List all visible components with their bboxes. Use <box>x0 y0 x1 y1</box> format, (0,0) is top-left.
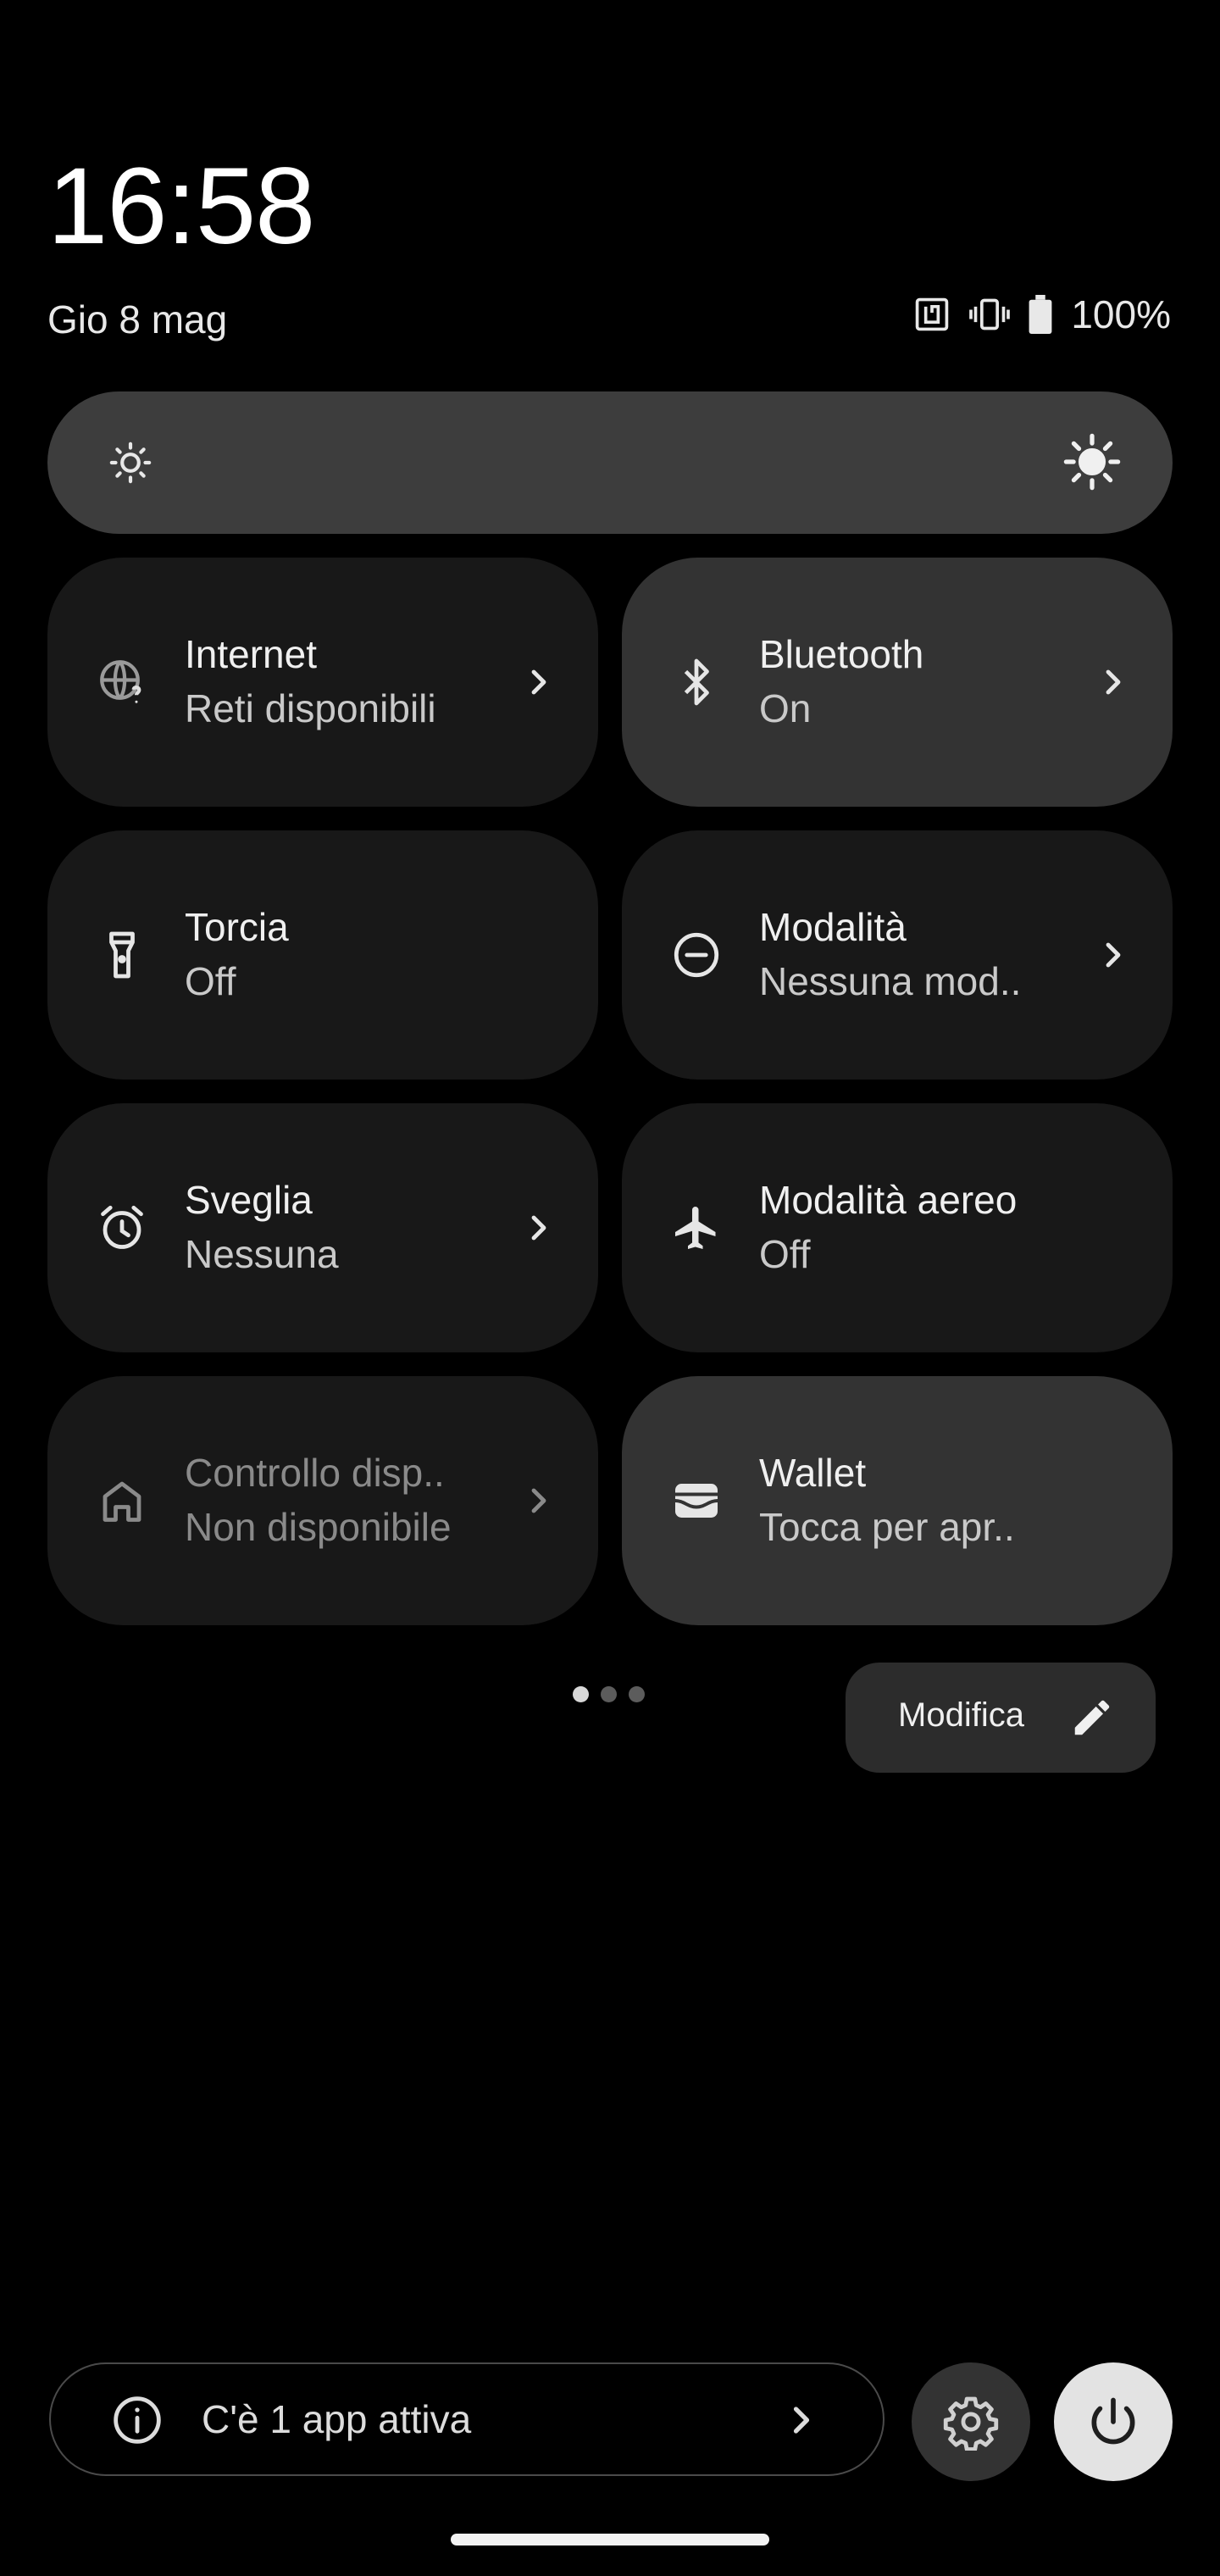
home-icon <box>97 1475 147 1526</box>
chevron-right-icon[interactable] <box>518 1480 559 1521</box>
chevron-right-icon[interactable] <box>518 1208 559 1248</box>
brightness-low-icon <box>107 439 154 491</box>
airplane-icon <box>671 1202 722 1253</box>
tile-subtitle: Reti disponibili <box>185 686 436 730</box>
tile-wallet[interactable]: Wallet Tocca per apr.. <box>622 1376 1173 1625</box>
active-apps-button[interactable]: C'è 1 app attiva <box>49 2362 884 2476</box>
tile-flashlight[interactable]: Torcia Off <box>47 830 598 1080</box>
tile-title: Internet <box>185 632 317 676</box>
flashlight-icon <box>97 930 147 980</box>
gear-icon <box>943 2396 999 2451</box>
tile-bluetooth[interactable]: Bluetooth On <box>622 558 1173 807</box>
edit-button[interactable]: Modifica <box>846 1663 1156 1773</box>
tile-subtitle: Nessuna mod.. <box>759 959 1022 1003</box>
tile-subtitle: Off <box>759 1232 811 1276</box>
page-dot <box>601 1686 617 1702</box>
tile-modes[interactable]: Modalità Nessuna mod.. <box>622 830 1173 1080</box>
power-icon <box>1091 2397 1135 2445</box>
nfc-icon <box>913 296 951 333</box>
tile-title: Modalità aereo <box>759 1178 1018 1222</box>
power-button[interactable] <box>1054 2362 1173 2481</box>
tile-subtitle: On <box>759 686 812 730</box>
status-bar: 100% <box>913 291 1171 337</box>
bluetooth-icon <box>671 657 722 708</box>
tile-subtitle: Tocca per apr.. <box>759 1505 1015 1549</box>
brightness-slider[interactable] <box>47 391 1173 534</box>
tile-title: Modalità <box>759 905 907 949</box>
clock[interactable]: 16:58 <box>47 153 315 261</box>
page-dot <box>629 1686 645 1702</box>
chevron-right-icon[interactable] <box>518 662 559 702</box>
brightness-high-icon <box>1062 432 1122 496</box>
tile-alarm[interactable]: Sveglia Nessuna <box>47 1103 598 1352</box>
alarm-icon <box>97 1202 147 1253</box>
home-indicator[interactable] <box>451 2534 769 2545</box>
vibrate-icon <box>969 296 1011 333</box>
tile-subtitle: Non disponibile <box>185 1505 452 1549</box>
pencil-icon <box>1074 1700 1110 1735</box>
settings-button[interactable] <box>912 2362 1030 2481</box>
tile-device-controls[interactable]: Controllo disp.. Non disponibile <box>47 1376 598 1625</box>
chevron-right-icon[interactable] <box>1093 662 1134 702</box>
tile-subtitle: Off <box>185 959 236 1003</box>
tile-subtitle: Nessuna <box>185 1232 339 1276</box>
page-dot-active <box>573 1686 589 1702</box>
page-indicator <box>573 1686 645 1702</box>
chevron-right-icon <box>779 2398 824 2446</box>
globe-question-icon <box>97 657 147 708</box>
tile-title: Controllo disp.. <box>185 1451 445 1495</box>
tile-airplane-mode[interactable]: Modalità aereo Off <box>622 1103 1173 1352</box>
tile-internet[interactable]: Internet Reti disponibili <box>47 558 598 807</box>
active-apps-text: C'è 1 app attiva <box>202 2397 472 2441</box>
date[interactable]: Gio 8 mag <box>47 297 227 342</box>
tile-title: Wallet <box>759 1451 867 1495</box>
tile-title: Sveglia <box>185 1178 313 1222</box>
wallet-icon <box>671 1475 722 1526</box>
info-icon <box>110 2393 164 2451</box>
edit-label: Modifica <box>898 1696 1024 1734</box>
tile-title: Bluetooth <box>759 632 924 676</box>
battery-icon <box>1029 295 1052 334</box>
do-not-disturb-icon <box>671 930 722 980</box>
tile-title: Torcia <box>185 905 289 949</box>
battery-percent: 100% <box>1071 292 1171 336</box>
chevron-right-icon[interactable] <box>1093 935 1134 975</box>
